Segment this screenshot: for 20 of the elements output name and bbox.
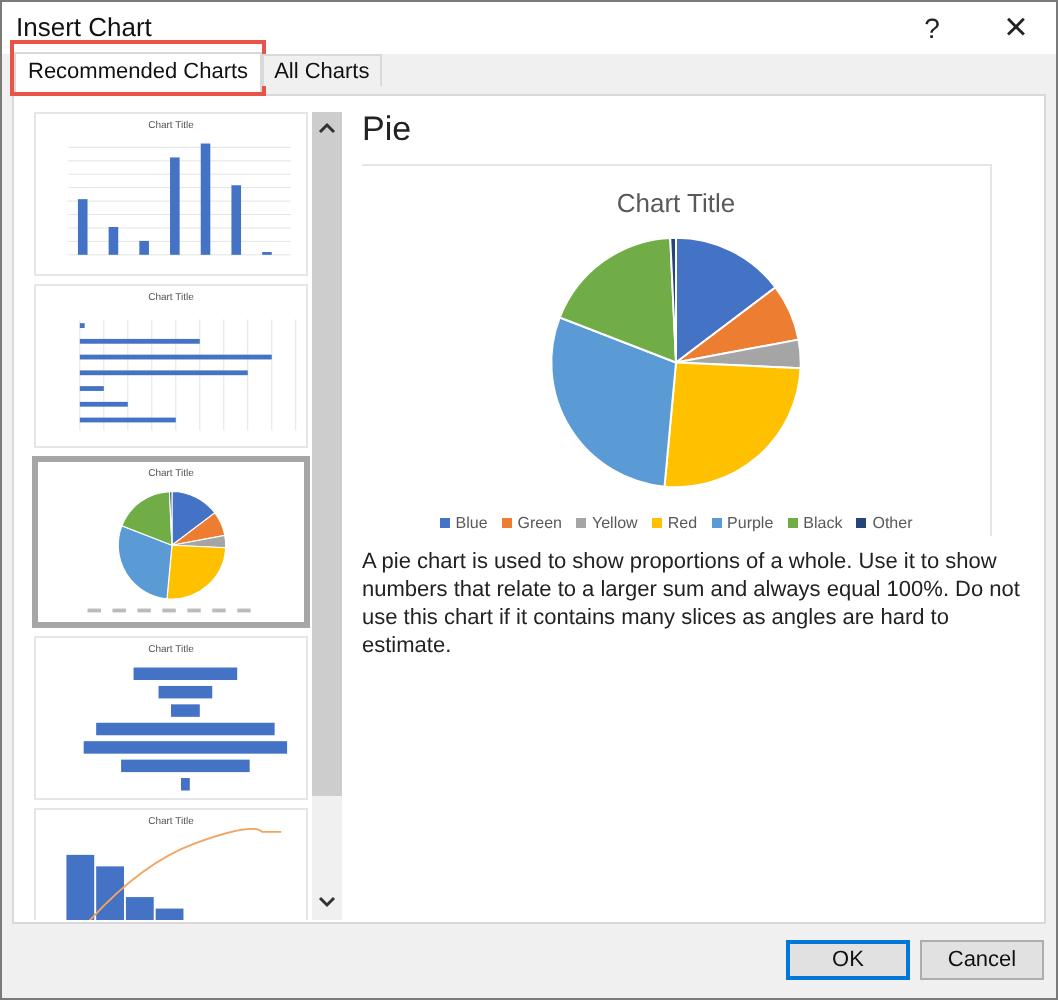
legend-label: Green xyxy=(517,511,562,535)
description-text: A pie chart is used to show proportions of a whole. Use it to show numbers that relate to a larger sum and always equal 100%. Do not use this chart if it contains many slices as angles are hard to estimate. xyxy=(362,547,1022,659)
legend-label: Purple xyxy=(727,511,774,535)
window-title: Insert Chart xyxy=(16,10,152,47)
dialog-button[interactable]: Cancel xyxy=(920,940,1044,980)
tab[interactable]: Recommended Charts xyxy=(14,51,263,92)
scroll-up-icon[interactable] xyxy=(318,122,336,134)
scroll-down-icon[interactable] xyxy=(318,896,336,908)
legend-label: Red xyxy=(667,511,698,535)
tab[interactable]: All Charts xyxy=(262,54,382,86)
close-button[interactable]: × xyxy=(988,8,1044,48)
legend-label: Blue xyxy=(455,511,488,535)
dialog-button[interactable]: OK xyxy=(786,940,910,980)
chart-type-heading: Pie xyxy=(362,108,414,152)
legend-label: Yellow xyxy=(592,511,638,535)
scrollbar[interactable] xyxy=(312,112,342,920)
chart-title: Chart Title xyxy=(616,185,736,221)
help-button[interactable]: ? xyxy=(904,7,960,49)
legend-label: Other xyxy=(872,511,913,535)
legend-label: Black xyxy=(803,511,843,535)
